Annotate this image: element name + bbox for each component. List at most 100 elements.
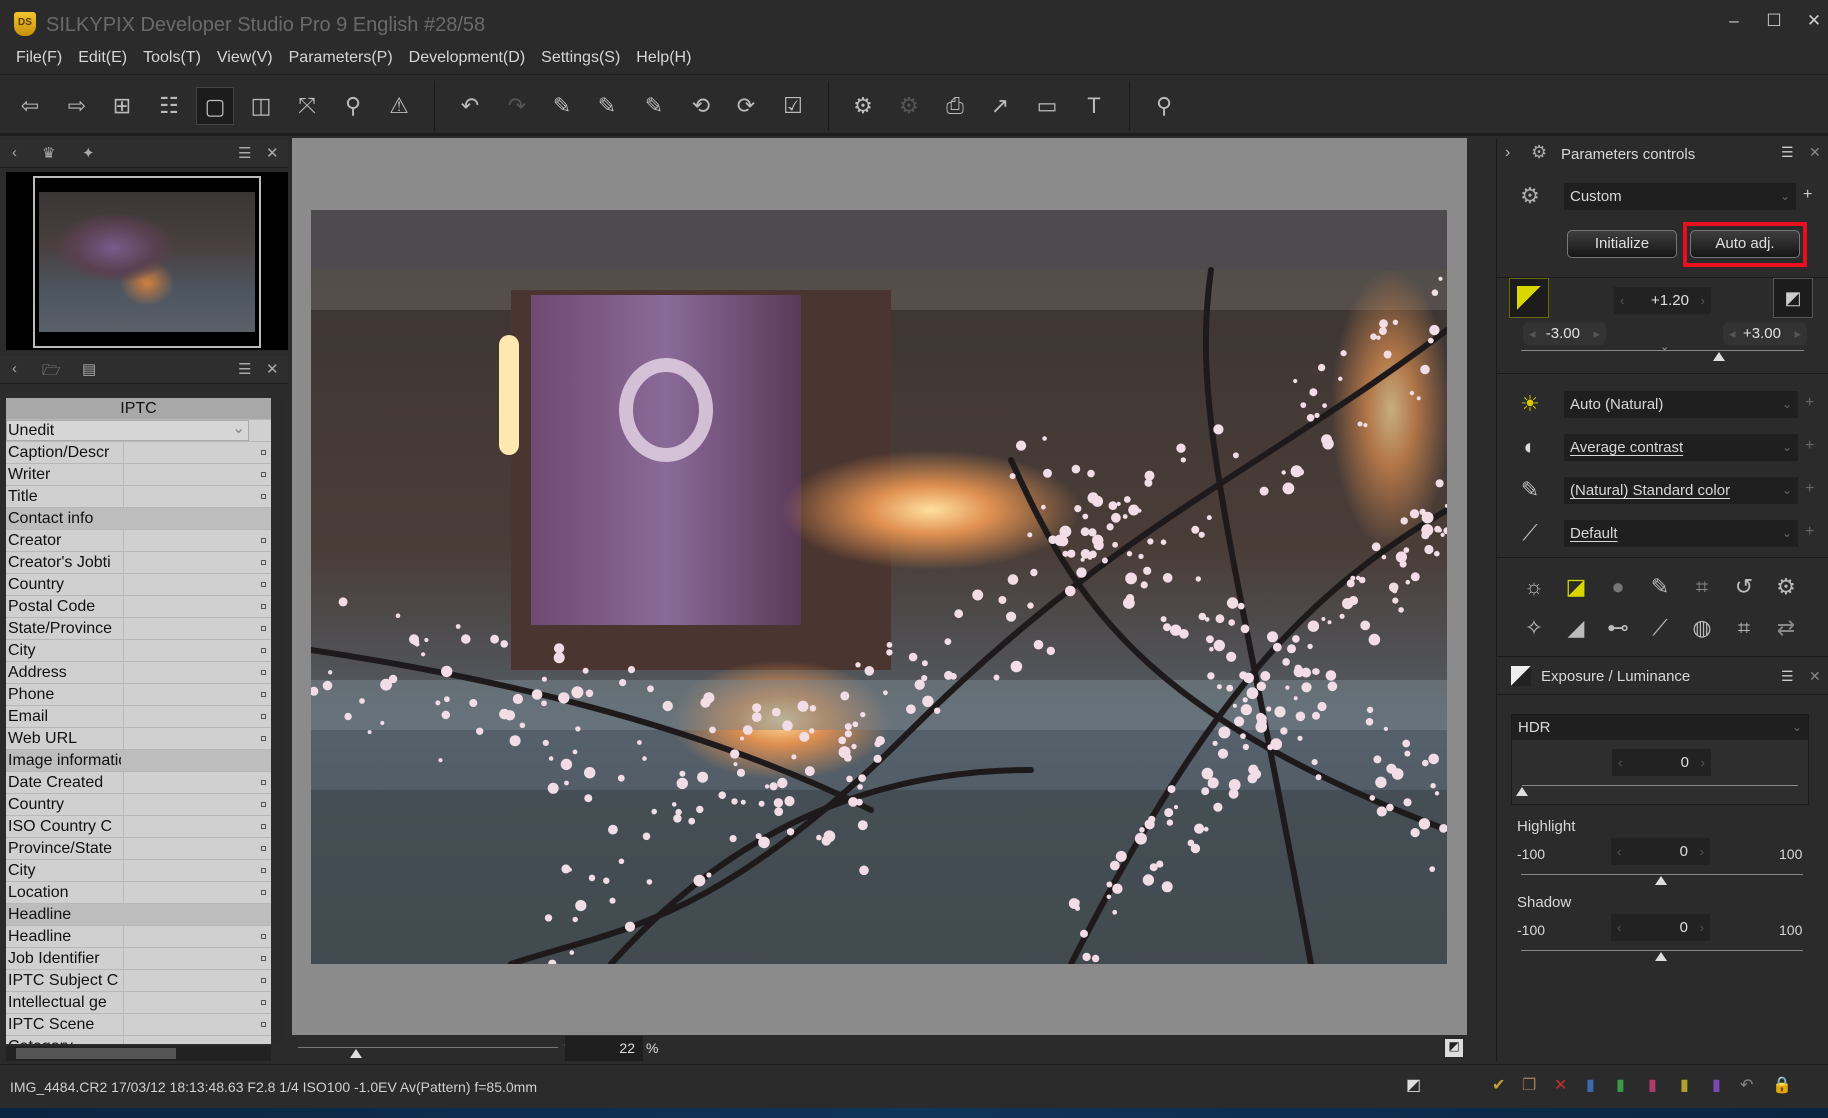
iptc-field-row[interactable]: Location — [6, 882, 271, 904]
sharpness-icon[interactable]: ⟋ — [1515, 518, 1545, 548]
shadow-slider-thumb[interactable] — [1655, 952, 1667, 961]
mark-icon[interactable]: ☑ — [774, 87, 812, 125]
edit-marker-icon[interactable] — [261, 890, 266, 895]
edit-marker-icon[interactable] — [261, 472, 266, 477]
undo-icon[interactable]: ↶ — [451, 87, 489, 125]
iptc-field-value[interactable] — [123, 530, 271, 551]
crop-icon[interactable]: ⌗ — [1729, 613, 1759, 643]
maximize-button[interactable]: ☐ — [1754, 8, 1794, 34]
print-status-icon[interactable]: ◩ — [1406, 1075, 1421, 1095]
menu-view[interactable]: View(V) — [209, 44, 281, 74]
iptc-field-row[interactable]: Date Created — [6, 772, 271, 794]
edit-marker-icon[interactable] — [261, 934, 266, 939]
yellow-label-icon[interactable]: ▮ — [1680, 1075, 1689, 1095]
edit-marker-icon[interactable] — [261, 670, 266, 675]
iptc-template-dropdown[interactable]: ⌄ Unedit — [6, 420, 271, 442]
tone-dropdown[interactable]: Average contrast ⌄ — [1564, 434, 1798, 461]
highlight-slider-thumb[interactable] — [1655, 876, 1667, 885]
edit-marker-icon[interactable] — [261, 1022, 266, 1027]
single-preview-icon[interactable]: ▢ — [196, 87, 234, 125]
noise-reduction-icon[interactable]: ✧ — [1519, 613, 1549, 643]
purple-label-icon[interactable]: ▮ — [1712, 1075, 1721, 1095]
iptc-field-value[interactable] — [123, 1014, 271, 1035]
redo-icon[interactable]: ↷ — [498, 87, 536, 125]
exposure-max[interactable]: ◂ +3.00 ▸ — [1723, 322, 1807, 345]
edit-marker-icon[interactable] — [261, 824, 266, 829]
thumbnail-preview-icon[interactable]: ☷ — [150, 87, 188, 125]
white-balance-dropdown[interactable]: Auto (Natural) ⌄ — [1564, 391, 1798, 418]
panel-close-icon[interactable]: ✕ — [1809, 144, 1821, 161]
composite-icon[interactable]: ◍ — [1687, 613, 1717, 643]
thumbnail-grid-icon[interactable]: ⊞ — [103, 87, 141, 125]
menu-help[interactable]: Help(H) — [628, 44, 699, 74]
fisheye-icon[interactable]: ⊷ — [1603, 613, 1633, 643]
iptc-field-value[interactable] — [123, 552, 271, 573]
iptc-field-row[interactable]: Caption/Descr — [6, 442, 271, 464]
iptc-field-value[interactable] — [123, 662, 271, 683]
sharpness-dropdown[interactable]: Default ⌄ — [1564, 520, 1798, 547]
zoom-slider-thumb[interactable] — [350, 1049, 362, 1058]
iptc-field-value[interactable] — [123, 596, 271, 617]
iptc-vertical-scrollbar[interactable] — [272, 398, 286, 1044]
add-icon[interactable]: + — [1805, 523, 1814, 541]
tool-icon[interactable]: T — [1075, 87, 1113, 125]
display-icon[interactable]: ▭ — [1028, 87, 1066, 125]
highlight-value[interactable]: ‹ 0 › — [1611, 838, 1710, 865]
iptc-field-row[interactable]: Intellectual ge — [6, 992, 271, 1014]
preview-area[interactable] — [292, 138, 1467, 1035]
iptc-field-value[interactable] — [123, 882, 271, 903]
reject-icon[interactable]: ✕ — [1554, 1075, 1567, 1095]
close-button[interactable]: ✕ — [1794, 8, 1828, 34]
menu-file[interactable]: File(F) — [8, 44, 70, 74]
add-icon[interactable]: + — [1805, 394, 1814, 412]
zoom-value[interactable]: 22 — [565, 1036, 643, 1061]
print-icon[interactable]: ⎙ — [936, 87, 974, 125]
color-dropper-icon[interactable]: ✎ — [1515, 475, 1545, 505]
iptc-field-value[interactable] — [123, 992, 271, 1013]
preset-dropdown[interactable]: Custom ⌄ — [1564, 183, 1796, 210]
add-icon[interactable]: + — [1805, 437, 1814, 455]
initialize-button[interactable]: Initialize — [1567, 230, 1677, 258]
navigator-icon[interactable]: ♛ — [42, 144, 55, 162]
preview-image[interactable] — [311, 210, 1447, 964]
apply-parameters-icon[interactable]: ⚙ — [890, 87, 928, 125]
edit-marker-icon[interactable] — [261, 868, 266, 873]
iptc-field-value[interactable] — [123, 794, 271, 815]
edit-marker-icon[interactable] — [261, 604, 266, 609]
exposure-tool-icon[interactable]: ☼ — [1519, 572, 1549, 602]
export-icon[interactable]: ↗ — [981, 87, 1019, 125]
iptc-field-row[interactable]: State/Province — [6, 618, 271, 640]
red-label-icon[interactable]: ▮ — [1648, 1075, 1657, 1095]
iptc-field-row[interactable]: Creator — [6, 530, 271, 552]
histogram-icon[interactable]: ✦ — [82, 144, 95, 162]
iptc-field-row[interactable]: Postal Code — [6, 596, 271, 618]
panel-menu-icon[interactable]: ☰ — [238, 144, 251, 162]
save-parameters-icon[interactable]: ⚙ — [844, 87, 882, 125]
compare-icon[interactable]: ◫ — [242, 87, 280, 125]
tone-curve-icon[interactable]: ◪ — [1561, 572, 1591, 602]
tone-icon[interactable]: ◐ — [1515, 432, 1545, 462]
iptc-horizontal-scrollbar[interactable] — [6, 1046, 271, 1061]
iptc-field-value[interactable] — [123, 442, 271, 463]
add-icon[interactable]: + — [1805, 480, 1814, 498]
iptc-field-row[interactable]: Country — [6, 574, 271, 596]
hdr-dropdown[interactable]: HDR ⌄ — [1512, 715, 1808, 740]
iptc-field-value[interactable] — [123, 838, 271, 859]
panel-close-icon[interactable]: ✕ — [1809, 668, 1821, 685]
gray-balance-picker-icon[interactable]: ✎ — [588, 87, 626, 125]
exif-info-icon[interactable]: ▤ — [82, 360, 96, 378]
iptc-field-value[interactable] — [123, 948, 271, 969]
next-icon[interactable]: ⇨ — [58, 87, 96, 125]
iptc-field-row[interactable]: ISO Country C — [6, 816, 271, 838]
iptc-field-row[interactable]: Email — [6, 706, 271, 728]
iptc-field-row[interactable]: Phone — [6, 684, 271, 706]
iptc-field-row[interactable]: Job Identifier — [6, 948, 271, 970]
menu-edit[interactable]: Edit(E) — [70, 44, 135, 74]
edit-marker-icon[interactable] — [261, 494, 266, 499]
iptc-field-value[interactable] — [123, 640, 271, 661]
gear-icon[interactable]: ⚙ — [1515, 181, 1545, 211]
panel-menu-icon[interactable]: ☰ — [1781, 144, 1794, 161]
iptc-field-value[interactable] — [123, 486, 271, 507]
navigator-thumbnail[interactable] — [33, 176, 261, 348]
edit-marker-icon[interactable] — [261, 582, 266, 587]
